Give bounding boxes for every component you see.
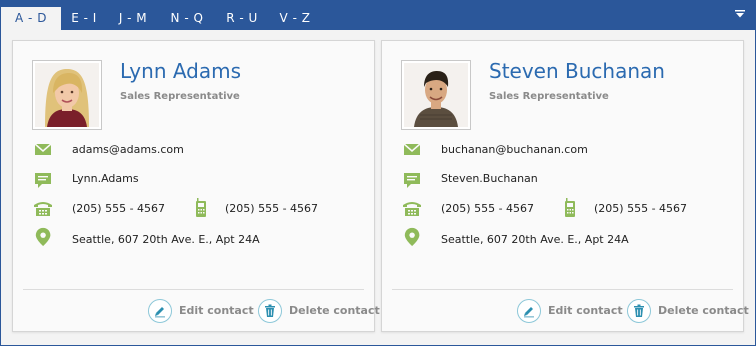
edit-contact-label: Edit contact bbox=[179, 304, 254, 317]
delete-contact-button[interactable]: Delete contact bbox=[258, 299, 380, 325]
contact-address: Seattle, 607 20th Ave. E., Apt 24A bbox=[72, 233, 260, 246]
pencil-icon bbox=[155, 307, 165, 318]
contact-mobile: (205) 555 - 4567 bbox=[225, 202, 319, 215]
delete-contact-label: Delete contact bbox=[289, 304, 380, 317]
alphabet-tab-bar: A - D E - I J - M N - Q R - U V - Z bbox=[1, 1, 755, 30]
avatar-photo-icon bbox=[35, 63, 99, 127]
avatar-photo-icon bbox=[404, 63, 468, 127]
tab-a-d[interactable]: A - D bbox=[1, 7, 61, 30]
tab-v-z[interactable]: V - Z bbox=[269, 7, 321, 30]
contact-address: Seattle, 607 20th Ave. E., Apt 24A bbox=[441, 233, 629, 246]
location-pin-icon bbox=[35, 227, 51, 247]
pencil-icon bbox=[524, 307, 534, 318]
contact-name: Steven Buchanan bbox=[489, 59, 665, 83]
contact-card-steven-buchanan: Steven Buchanan Sales Representative buc… bbox=[381, 40, 749, 332]
contacts-app: A - D E - I J - M N - Q R - U V - Z Lynn… bbox=[0, 0, 756, 346]
contact-title: Sales Representative bbox=[489, 91, 609, 102]
tab-j-m[interactable]: J - M bbox=[107, 7, 159, 30]
phone-icon bbox=[403, 202, 421, 216]
contact-phone: (205) 555 - 4567 bbox=[72, 202, 166, 215]
contact-card-lynn-adams: Lynn Adams Sales Representative adams@ad… bbox=[12, 40, 380, 332]
divider bbox=[23, 289, 364, 290]
contact-title: Sales Representative bbox=[120, 91, 240, 102]
trash-icon bbox=[634, 304, 644, 317]
delete-contact-button[interactable]: Delete contact bbox=[627, 299, 749, 325]
contact-phone: (205) 555 - 4567 bbox=[441, 202, 535, 215]
mobile-phone-icon bbox=[196, 198, 206, 217]
chat-icon bbox=[35, 173, 51, 188]
edit-contact-label: Edit contact bbox=[548, 304, 623, 317]
tab-n-q[interactable]: N - Q bbox=[159, 7, 215, 30]
edit-contact-button[interactable]: Edit contact bbox=[148, 299, 254, 325]
email-icon bbox=[34, 143, 52, 155]
chat-icon bbox=[404, 173, 420, 188]
avatar bbox=[32, 60, 102, 130]
edit-contact-button[interactable]: Edit contact bbox=[517, 299, 623, 325]
phone-icon bbox=[34, 202, 52, 216]
email-icon bbox=[403, 143, 421, 155]
divider bbox=[392, 289, 733, 290]
dropdown-arrow-icon[interactable] bbox=[735, 10, 745, 18]
mobile-phone-icon bbox=[565, 198, 575, 217]
contact-name: Lynn Adams bbox=[120, 59, 242, 83]
delete-contact-label: Delete contact bbox=[658, 304, 749, 317]
contact-im: Steven.Buchanan bbox=[441, 172, 538, 185]
trash-icon bbox=[265, 304, 275, 317]
contact-email[interactable]: buchanan@buchanan.com bbox=[441, 143, 588, 156]
contact-im: Lynn.Adams bbox=[72, 172, 139, 185]
location-pin-icon bbox=[404, 227, 420, 247]
tab-e-i[interactable]: E - I bbox=[61, 7, 107, 30]
tab-r-u[interactable]: R - U bbox=[215, 7, 269, 30]
contact-email[interactable]: adams@adams.com bbox=[72, 143, 184, 156]
avatar bbox=[401, 60, 471, 130]
contact-mobile: (205) 555 - 4567 bbox=[594, 202, 688, 215]
